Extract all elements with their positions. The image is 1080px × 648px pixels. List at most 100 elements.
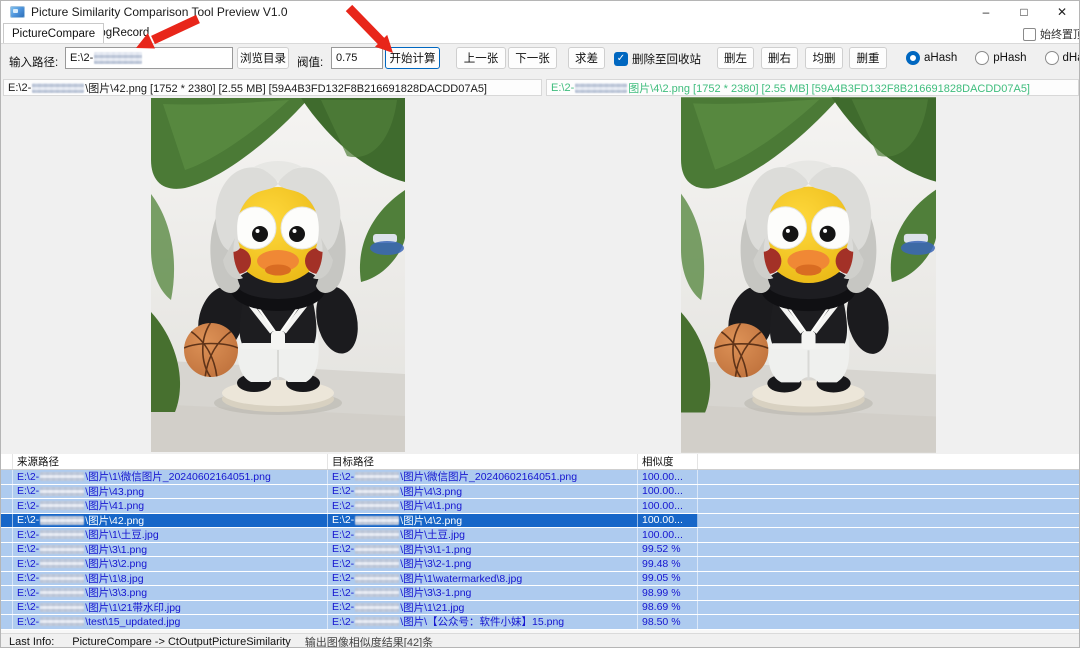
status-bar: Last Info: PictureCompare -> CtOutputPic… <box>1 633 1080 648</box>
similarity-cell[interactable]: 98.50 % <box>638 615 698 629</box>
target-path-cell[interactable]: E:\2-\图片\1\21.jpg <box>328 601 638 615</box>
filler-cell <box>698 615 1080 629</box>
radio-selected-icon[interactable] <box>906 51 920 65</box>
maximize-icon[interactable]: □ <box>1005 1 1043 23</box>
checkbox-checked-icon[interactable]: ✓ <box>614 52 628 66</box>
row-header-cell[interactable] <box>1 543 13 557</box>
table-row[interactable]: E:\2-\图片\3\2.pngE:\2-\图片\3\2-1.png99.48 … <box>1 557 1080 572</box>
threshold-field[interactable]: 0.75 <box>331 47 383 69</box>
target-path-cell[interactable]: E:\2-\图片\4\1.png <box>328 499 638 513</box>
row-header-cell[interactable] <box>1 572 13 586</box>
radio-unselected-icon[interactable] <box>975 51 989 65</box>
always-on-top-checkbox[interactable]: 始终置顶 <box>1023 26 1080 42</box>
table-row[interactable]: E:\2-\图片\1\土豆.jpgE:\2-\图片\土豆.jpg100.00..… <box>1 528 1080 543</box>
similarity-cell[interactable]: 100.00... <box>638 485 698 499</box>
row-header-cell[interactable] <box>1 514 13 528</box>
checkbox-unchecked-icon[interactable] <box>1023 28 1036 41</box>
target-path-cell[interactable]: E:\2-\图片\微信图片_20240602164051.png <box>328 470 638 484</box>
row-header-cell[interactable] <box>1 470 13 484</box>
hash-radio-label: aHash <box>924 52 957 64</box>
similarity-column-header[interactable]: 相似度 <box>638 454 698 469</box>
target-path-cell[interactable]: E:\2-\图片\4\2.png <box>328 514 638 528</box>
similarity-results-table[interactable]: 来源路径 目标路径 相似度 E:\2-\图片\1\微信图片_2024060216… <box>1 454 1080 634</box>
table-header-row: 来源路径 目标路径 相似度 <box>1 454 1080 470</box>
table-row[interactable]: E:\2-\图片\42.pngE:\2-\图片\4\2.png100.00... <box>1 514 1080 529</box>
source-path-column-header[interactable]: 来源路径 <box>13 454 328 469</box>
similarity-cell[interactable]: 98.99 % <box>638 586 698 600</box>
row-header-cell[interactable] <box>1 615 13 629</box>
delete-both-button[interactable]: 均删 <box>805 47 843 69</box>
target-path-cell[interactable]: E:\2-\图片\3\1-1.png <box>328 543 638 557</box>
row-header-cell[interactable] <box>1 485 13 499</box>
source-path-cell[interactable]: E:\2-\图片\41.png <box>13 499 328 513</box>
similarity-cell[interactable]: 99.48 % <box>638 557 698 571</box>
table-row[interactable]: E:\2-\图片\3\3.pngE:\2-\图片\3\3-1.png98.99 … <box>1 586 1080 601</box>
similarity-cell[interactable]: 99.52 % <box>638 543 698 557</box>
table-row[interactable]: E:\2-\图片\3\1.pngE:\2-\图片\3\1-1.png99.52 … <box>1 543 1080 558</box>
source-path-cell[interactable]: E:\2-\图片\1\8.jpg <box>13 572 328 586</box>
difference-button[interactable]: 求差 <box>568 47 605 69</box>
table-row[interactable]: E:\2-\图片\1\21带水印.jpgE:\2-\图片\1\21.jpg98.… <box>1 601 1080 616</box>
target-path-cell[interactable]: E:\2-\图片\1\watermarked\8.jpg <box>328 572 638 586</box>
hash-radio-phash[interactable]: pHash <box>975 51 1026 65</box>
target-image-preview[interactable] <box>681 97 936 453</box>
minimize-icon[interactable]: – <box>967 1 1005 23</box>
censored-path-blur <box>40 545 84 554</box>
target-path-column-header[interactable]: 目标路径 <box>328 454 638 469</box>
source-image-preview[interactable] <box>151 97 405 453</box>
filler-cell <box>698 586 1080 600</box>
hash-radio-group: aHash pHash dHash <box>906 51 1080 65</box>
row-header-cell[interactable] <box>1 586 13 600</box>
similarity-cell[interactable]: 100.00... <box>638 514 698 528</box>
delete-left-button[interactable]: 删左 <box>717 47 754 69</box>
radio-unselected-icon[interactable] <box>1045 51 1059 65</box>
title-bar[interactable]: Picture Similarity Comparison Tool Previ… <box>1 1 1080 23</box>
delete-duplicate-button[interactable]: 删重 <box>849 47 887 69</box>
censored-path-blur <box>355 487 399 496</box>
table-row[interactable]: E:\2-\test\15_updated.jpgE:\2-\图片\【公众号：软… <box>1 615 1080 630</box>
source-path-cell[interactable]: E:\2-\图片\3\2.png <box>13 557 328 571</box>
similarity-cell[interactable]: 100.00... <box>638 470 698 484</box>
table-row[interactable]: E:\2-\图片\1\微信图片_20240602164051.pngE:\2-\… <box>1 470 1080 485</box>
row-header-cell[interactable] <box>1 557 13 571</box>
hash-radio-label: pHash <box>993 52 1026 64</box>
censored-path-blur <box>40 574 84 583</box>
target-path-cell[interactable]: E:\2-\图片\【公众号：软件小妹】15.png <box>328 615 638 629</box>
previous-image-button[interactable]: 上一张 <box>456 47 506 69</box>
source-path-cell[interactable]: E:\2-\图片\42.png <box>13 514 328 528</box>
browse-directory-button[interactable]: 浏览目录 <box>237 47 289 69</box>
start-calculation-button[interactable]: 开始计算 <box>385 47 440 69</box>
filler-cell <box>698 485 1080 499</box>
delete-right-button[interactable]: 删右 <box>761 47 798 69</box>
hash-radio-ahash[interactable]: aHash <box>906 51 957 65</box>
source-path-cell[interactable]: E:\2-\图片\1\土豆.jpg <box>13 528 328 542</box>
similarity-cell[interactable]: 100.00... <box>638 528 698 542</box>
row-header-cell[interactable] <box>1 528 13 542</box>
target-path-cell[interactable]: E:\2-\图片\3\2-1.png <box>328 557 638 571</box>
tab-picturecompare[interactable]: PictureCompare <box>3 23 104 43</box>
similarity-cell[interactable]: 100.00... <box>638 499 698 513</box>
row-header-cell[interactable] <box>1 499 13 513</box>
source-path-cell[interactable]: E:\2-\图片\3\3.png <box>13 586 328 600</box>
table-row[interactable]: E:\2-\图片\41.pngE:\2-\图片\4\1.png100.00... <box>1 499 1080 514</box>
hash-radio-dhash[interactable]: dHash <box>1045 51 1080 65</box>
source-path-cell[interactable]: E:\2-\test\15_updated.jpg <box>13 615 328 629</box>
next-image-button[interactable]: 下一张 <box>508 47 557 69</box>
censored-path-blur <box>575 83 627 93</box>
source-path-cell[interactable]: E:\2-\图片\1\21带水印.jpg <box>13 601 328 615</box>
input-path-field[interactable]: E:\2- <box>65 47 233 69</box>
source-path-cell[interactable]: E:\2-\图片\43.png <box>13 485 328 499</box>
row-header-cell[interactable] <box>1 601 13 615</box>
target-path-cell[interactable]: E:\2-\图片\4\3.png <box>328 485 638 499</box>
recycle-bin-checkbox[interactable]: ✓ 删除至回收站 <box>614 51 701 67</box>
status-label: Last Info: <box>9 636 54 648</box>
source-path-cell[interactable]: E:\2-\图片\3\1.png <box>13 543 328 557</box>
similarity-cell[interactable]: 99.05 % <box>638 572 698 586</box>
target-path-cell[interactable]: E:\2-\图片\3\3-1.png <box>328 586 638 600</box>
source-path-cell[interactable]: E:\2-\图片\1\微信图片_20240602164051.png <box>13 470 328 484</box>
table-row[interactable]: E:\2-\图片\43.pngE:\2-\图片\4\3.png100.00... <box>1 485 1080 500</box>
target-path-cell[interactable]: E:\2-\图片\土豆.jpg <box>328 528 638 542</box>
close-icon[interactable]: ✕ <box>1043 1 1080 23</box>
table-row[interactable]: E:\2-\图片\1\8.jpgE:\2-\图片\1\watermarked\8… <box>1 572 1080 587</box>
similarity-cell[interactable]: 98.69 % <box>638 601 698 615</box>
